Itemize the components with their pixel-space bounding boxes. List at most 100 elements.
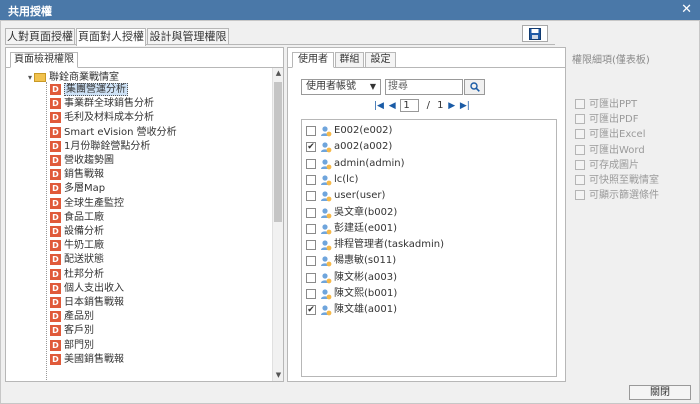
user-row[interactable]: 吳文章(b002): [306, 205, 397, 221]
user-icon: [320, 125, 332, 137]
permission-label: 可匯出PDF: [589, 114, 639, 126]
permission-checkbox[interactable]: [575, 114, 585, 125]
user-checkbox[interactable]: [306, 272, 316, 283]
permission-item: 可匯出PDF: [575, 113, 638, 126]
tree-item[interactable]: D 牛奶工廠: [50, 239, 104, 252]
tree-item[interactable]: D 食品工廠: [50, 211, 104, 224]
last-page-icon[interactable]: ▶|: [460, 99, 470, 113]
scroll-down-icon[interactable]: ▼: [273, 370, 283, 381]
search-input[interactable]: 搜尋: [385, 79, 463, 95]
save-button[interactable]: [522, 25, 548, 42]
user-icon: [320, 190, 332, 202]
user-checkbox[interactable]: [306, 126, 316, 136]
dashboard-icon: D: [50, 112, 61, 124]
user-checkbox[interactable]: [306, 207, 316, 218]
permission-checkbox[interactable]: [575, 99, 585, 109]
permission-detail-title: 權限細項(僅表板): [572, 55, 650, 66]
scroll-up-icon[interactable]: ▲: [273, 68, 283, 79]
user-row[interactable]: 彭建廷(e001): [306, 221, 397, 237]
user-row[interactable]: admin(admin): [306, 156, 404, 172]
permission-checkbox[interactable]: [575, 129, 585, 140]
tab-user-page-auth[interactable]: 人對頁面授權: [5, 28, 75, 45]
user-row[interactable]: lc(lc): [306, 172, 358, 188]
tree-item[interactable]: D 全球生產監控: [50, 197, 124, 210]
tree-item[interactable]: D 個人支出收入: [50, 282, 124, 295]
tab-settings[interactable]: 設定: [365, 52, 396, 68]
tree-item[interactable]: D 營收趨勢圖: [50, 154, 114, 167]
collapse-icon[interactable]: ▾: [28, 73, 32, 82]
user-panel: 使用者 群組 設定 使用者帳號 ▼ 搜尋 |◀ ◀ 1 / 1 ▶ ▶| E00…: [287, 47, 566, 382]
user-checkbox[interactable]: [306, 158, 316, 169]
dashboard-icon: D: [50, 240, 61, 252]
permission-label: 可顯示篩選條件: [589, 190, 659, 202]
tree-item[interactable]: D 日本銷售戰報: [50, 296, 124, 309]
tree-item[interactable]: D 美國銷售戰報: [50, 353, 124, 366]
permission-checkbox[interactable]: [575, 175, 585, 185]
first-page-icon[interactable]: |◀: [374, 99, 384, 113]
user-checkbox[interactable]: [306, 223, 316, 234]
user-row[interactable]: 陳文彬(a003): [306, 270, 397, 286]
user-checkbox[interactable]: [306, 289, 316, 299]
dashboard-icon: D: [50, 197, 61, 209]
tree-item[interactable]: D 客戶別: [50, 324, 94, 337]
user-row[interactable]: 楊惠敏(s011): [306, 253, 396, 269]
tree-item-label: 產品別: [64, 311, 94, 323]
user-icon: [320, 223, 332, 235]
permission-checkbox[interactable]: [575, 159, 585, 170]
tree-item[interactable]: D 設備分析: [50, 225, 104, 238]
scroll-thumb[interactable]: [274, 82, 282, 222]
user-row[interactable]: user(user): [306, 188, 385, 204]
user-row[interactable]: ✔ 陳文雄(a001): [306, 302, 397, 318]
tree-item[interactable]: D 銷售戰報: [50, 168, 104, 181]
permission-label: 可快照至戰情室: [589, 175, 659, 186]
user-row[interactable]: E002(e002): [306, 123, 392, 139]
user-checkbox[interactable]: ✔: [306, 305, 316, 316]
user-checkbox[interactable]: [306, 191, 316, 202]
user-checkbox[interactable]: ✔: [306, 142, 316, 153]
search-field-select[interactable]: 使用者帳號 ▼: [301, 79, 381, 95]
dashboard-icon: D: [50, 84, 61, 95]
permission-checkbox[interactable]: [575, 190, 585, 201]
tab-groups[interactable]: 群組: [335, 52, 364, 68]
dashboard-icon: D: [50, 183, 61, 195]
search-button[interactable]: [464, 79, 485, 95]
close-icon[interactable]: ✕: [681, 2, 692, 17]
tree-scrollbar[interactable]: ▲ ▼: [272, 68, 283, 381]
user-row[interactable]: 陳文熙(b001): [306, 286, 397, 302]
tab-page-user-auth[interactable]: 頁面對人授權: [76, 28, 146, 46]
user-label: 陳文雄(a001): [334, 304, 398, 316]
tree-item-label: 食品工廠: [64, 211, 104, 223]
tree-item[interactable]: D 部門別: [50, 339, 94, 352]
user-label: 陳文彬(a003): [334, 271, 398, 283]
tab-design-manage[interactable]: 設計與管理權限: [147, 28, 229, 45]
tree-item[interactable]: D 配送狀態: [50, 253, 104, 266]
page-number-input[interactable]: 1: [400, 99, 420, 112]
tree-item-label: 1月份聯銓營點分析: [64, 140, 151, 152]
user-checkbox[interactable]: [306, 256, 316, 267]
permission-checkbox[interactable]: [575, 144, 585, 155]
user-checkbox[interactable]: [306, 174, 316, 185]
user-row[interactable]: ✔ a002(a002): [306, 139, 392, 155]
tree-item[interactable]: D 產品別: [50, 310, 94, 323]
tree-item[interactable]: D 毛利及材料成本分析: [50, 111, 154, 124]
tree-item[interactable]: D 事業群全球銷售分析: [50, 97, 154, 110]
tree-item[interactable]: D 杜邦分析: [50, 268, 104, 281]
prev-page-icon[interactable]: ◀: [387, 99, 397, 113]
user-label: user(user): [334, 190, 386, 202]
tree-item[interactable]: D Smart eVision 營收分析: [50, 126, 177, 139]
tree-item[interactable]: D 集團營運分析: [50, 83, 128, 96]
user-checkbox[interactable]: [306, 240, 316, 251]
user-row[interactable]: 排程管理者(taskadmin): [306, 237, 444, 253]
tree-item[interactable]: D 多層Map: [50, 182, 105, 195]
chevron-down-icon: ▼: [369, 82, 376, 91]
dashboard-icon: D: [50, 311, 61, 323]
tab-page-view-permission[interactable]: 頁面檢視權限: [10, 52, 78, 68]
dialog-body: 人對頁面授權 頁面對人授權 設計與管理權限 頁面檢視權限 ▾ 聯銓商業戰情室 D集…: [0, 20, 700, 404]
tab-users[interactable]: 使用者: [292, 52, 334, 68]
close-button[interactable]: 關閉: [629, 385, 691, 400]
user-icon: [320, 207, 332, 219]
window-title: 共用授權: [8, 5, 52, 18]
tree-item[interactable]: D 1月份聯銓營點分析: [50, 140, 150, 153]
tree-item-label: 銷售戰報: [64, 169, 104, 181]
next-page-icon[interactable]: ▶: [447, 99, 457, 113]
